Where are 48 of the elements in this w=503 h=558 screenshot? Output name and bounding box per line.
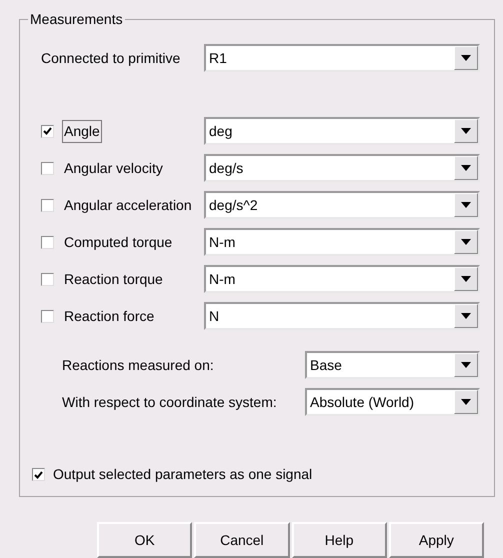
dropdown[interactable]: deg/s^2: [204, 191, 480, 219]
dropdown[interactable]: deg/s: [204, 154, 480, 182]
checkbox[interactable]: [41, 162, 54, 174]
checkbox-label[interactable]: Output selected parameters as one signal: [53, 464, 312, 485]
caret-down-icon: [461, 239, 471, 245]
dialog-button[interactable]: Cancel: [194, 522, 290, 558]
dropdown-arrow-button[interactable]: [454, 119, 478, 143]
checkbox-label[interactable]: Angle: [62, 120, 102, 142]
dropdown-arrow-button[interactable]: [454, 156, 478, 180]
dropdown-arrow-button[interactable]: [454, 390, 478, 414]
field-label: Connected to primitive: [41, 48, 182, 68]
dropdown-arrow-button[interactable]: [454, 46, 478, 70]
caret-down-icon: [461, 313, 471, 319]
checkbox[interactable]: [41, 236, 54, 248]
dropdown-arrow-button[interactable]: [454, 230, 478, 254]
caret-down-icon: [461, 55, 471, 61]
checkbox[interactable]: [41, 124, 54, 138]
dialog-button[interactable]: Help: [292, 522, 387, 558]
dialog-button[interactable]: OK: [97, 522, 192, 558]
caret-down-icon: [461, 276, 471, 282]
checkbox-label[interactable]: Angular velocity: [62, 156, 165, 180]
dropdown[interactable]: N: [204, 302, 480, 330]
dropdown-arrow-button[interactable]: [454, 193, 478, 217]
checkbox[interactable]: [32, 468, 45, 481]
dropdown-arrow-button[interactable]: [454, 353, 478, 377]
field-label: With respect to coordinate system:: [62, 392, 278, 412]
checkbox[interactable]: [41, 272, 54, 286]
dropdown-arrow-button[interactable]: [454, 267, 478, 291]
dropdown[interactable]: N-m: [204, 228, 480, 256]
checkbox-label[interactable]: Computed torque: [62, 230, 174, 254]
dropdown[interactable]: Base: [305, 351, 480, 379]
caret-down-icon: [461, 399, 471, 405]
dropdown[interactable]: R1: [204, 44, 480, 72]
dropdown[interactable]: Absolute (World): [305, 388, 480, 416]
checkbox-label[interactable]: Reaction torque: [62, 268, 165, 290]
checkbox[interactable]: [41, 310, 54, 322]
dropdown[interactable]: deg: [204, 117, 480, 145]
caret-down-icon: [461, 202, 471, 208]
checkbox-label[interactable]: Reaction force: [62, 304, 156, 328]
checkbox[interactable]: [41, 198, 54, 212]
dropdown[interactable]: N-m: [204, 265, 480, 293]
checkbox-label[interactable]: Angular acceleration: [62, 194, 194, 216]
dropdown-arrow-button[interactable]: [454, 304, 478, 328]
dialog-button[interactable]: Apply: [388, 522, 484, 558]
caret-down-icon: [461, 165, 471, 171]
field-label: Reactions measured on:: [62, 356, 215, 374]
caret-down-icon: [461, 362, 471, 368]
caret-down-icon: [461, 128, 471, 134]
